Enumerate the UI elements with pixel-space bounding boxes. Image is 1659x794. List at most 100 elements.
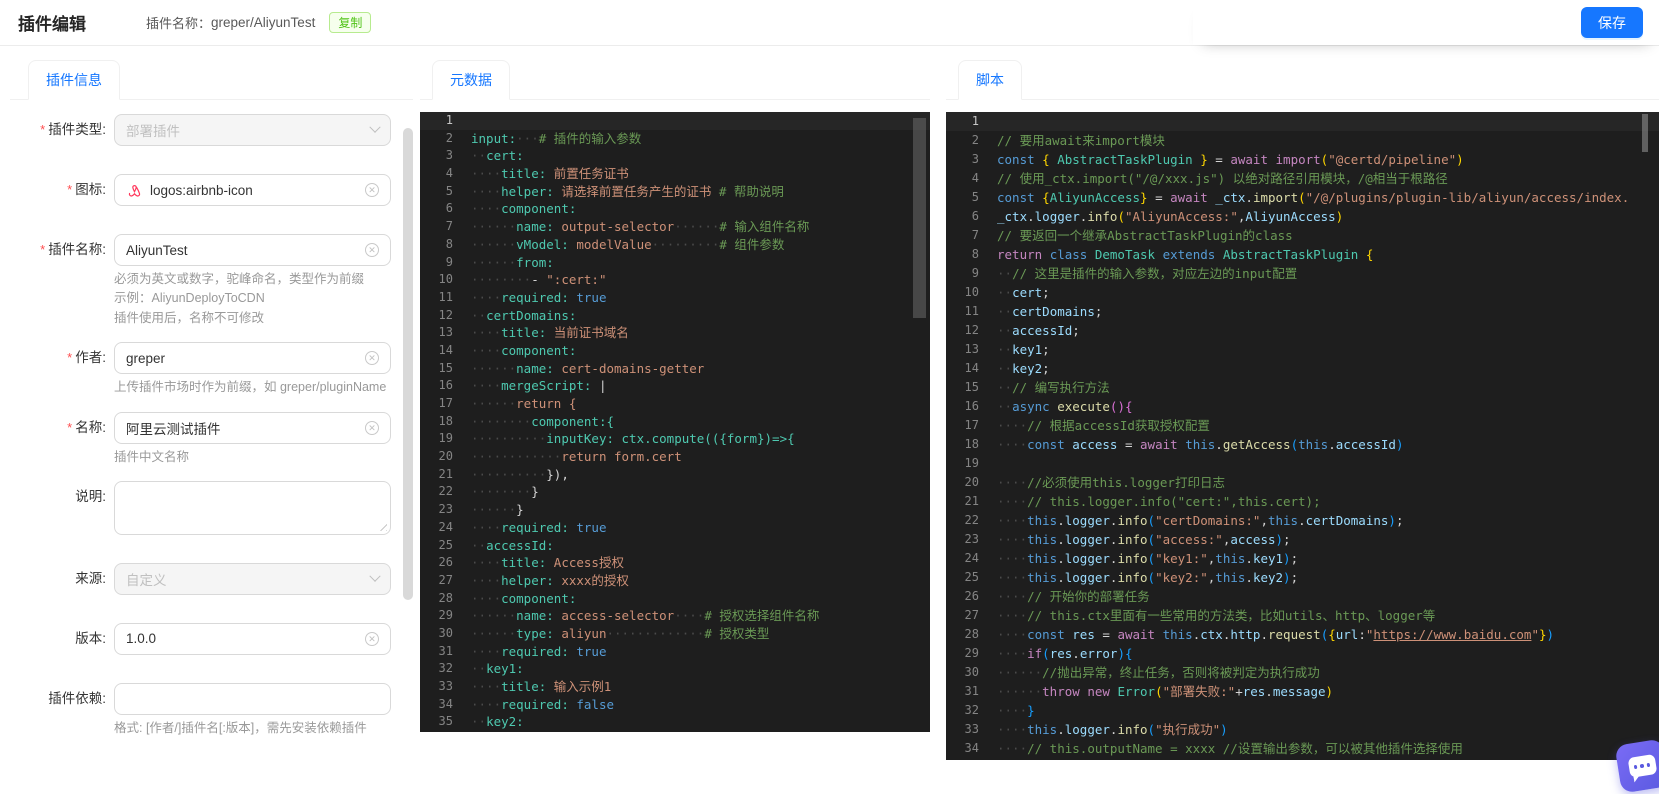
line-number: 16: [964, 399, 979, 413]
plugin-info-form: *插件类型: 部署插件 *图标: ✕ *插件名称: ✕ 必须为英文或数字，驼峰命名，类型作为…: [10, 100, 413, 738]
code-line: 33 ····this.logger.info("执行成功"): [946, 720, 1659, 739]
copy-badge[interactable]: 复制: [329, 12, 372, 33]
code-text: ····//必须使用this.logger打印日志: [997, 475, 1225, 490]
chat-bubble-icon: [1627, 754, 1657, 778]
line-number: 34: [964, 741, 979, 755]
code-line: 11 ····required: true: [420, 289, 930, 307]
input-8[interactable]: [114, 682, 391, 715]
code-text: ····// this.outputName = xxxx //设置输出参数，可…: [997, 741, 1463, 756]
code-line: 7 // 要返回一个继承AbstractTaskPlugin的class: [946, 226, 1659, 245]
tab-script[interactable]: 脚本: [958, 60, 1022, 100]
code-line: 22 ········}: [420, 483, 930, 501]
line-number: 18: [964, 437, 979, 451]
form-item-6: 来源: 自定义: [10, 562, 391, 595]
code-line: 24 ····this.logger.info("key1:",this.key1…: [946, 549, 1659, 568]
code-text: ··key2:: [471, 714, 524, 730]
code-text: ······//抛出异常，终止任务，否则将被判定为执行成功: [997, 665, 1320, 680]
code-line: 8 ······vModel: modelValue·········# 组件参数: [420, 236, 930, 254]
code-line: 2 // 要用await来import模块: [946, 131, 1659, 150]
form-label: * 图标:: [67, 182, 106, 197]
line-number: 3: [971, 152, 979, 166]
select-6[interactable]: 自定义: [114, 562, 391, 595]
metadata-editor[interactable]: 1 2 input:···# 插件的输入参数 3 ··cert: 4 ····title: …: [420, 112, 930, 732]
script-editor[interactable]: 1 2// 要用await来import模块 3 const { AbstractTa…: [946, 112, 1659, 760]
form-control: ✕ 上传插件市场时作为前缀，如 greper/pluginName: [114, 342, 391, 397]
input-1[interactable]: ✕: [114, 174, 391, 206]
code-text: ··cert:: [471, 148, 524, 164]
save-shelf: 保存: [1193, 0, 1659, 45]
select-value: 自定义: [126, 572, 167, 588]
line-number: 25: [438, 537, 453, 552]
input-3[interactable]: ✕: [114, 342, 391, 375]
line-number: 4: [971, 171, 979, 185]
code-line: 35 ··key2:: [420, 713, 930, 731]
input-7[interactable]: ✕: [114, 622, 391, 655]
code-line: 11 ··certDomains;: [946, 302, 1659, 321]
code-text: ··async execute(){: [997, 399, 1133, 414]
save-button[interactable]: 保存: [1581, 7, 1643, 38]
line-number: 35: [946, 758, 988, 760]
text-input[interactable]: [150, 182, 359, 198]
code-line: 6 _ctx.logger.info("AliyunAccess:",Aliyun…: [946, 207, 1659, 226]
code-line: 22 ····this.logger.info("certDomains:",th…: [946, 511, 1659, 530]
code-line: 35··}: [946, 758, 1659, 760]
code-text: ····this.logger.info("key2:",this.key2);: [997, 570, 1299, 585]
code-line: 17 ····// 根据accessId获取授权配置: [946, 416, 1659, 435]
text-input[interactable]: [126, 420, 359, 435]
clear-icon[interactable]: ✕: [365, 243, 379, 257]
line-number: 12: [964, 323, 979, 337]
tab-metadata[interactable]: 元数据: [432, 60, 510, 100]
code-line: 32 ····}: [946, 701, 1659, 720]
script-editor-scrollbar[interactable]: [1642, 114, 1648, 152]
code-line: 34 ····required: false: [420, 696, 930, 714]
code-text: ····helper: xxxx的授权: [471, 572, 629, 588]
line-number: 13: [964, 342, 979, 356]
line-number: 23: [964, 532, 979, 546]
script-panel: 脚本 1 2// 要用await来import模块 3 const { Abstrac…: [946, 60, 1659, 760]
chat-widget-button[interactable]: [1614, 738, 1659, 794]
text-input[interactable]: [126, 350, 359, 366]
tab-plugin-info[interactable]: 插件信息: [28, 60, 120, 100]
code-line: 3 const { AbstractTaskPlugin } = await im…: [946, 150, 1659, 169]
line-number: 21: [964, 494, 979, 508]
code-text: // 使用_ctx.import("/@/xxx.js") 以绝对路径引用模块，…: [997, 171, 1448, 186]
code-line: 25 ····this.logger.info("key2:",this.key2…: [946, 568, 1659, 587]
code-text: ··}: [988, 758, 1020, 760]
line-number: 23: [438, 502, 453, 517]
input-2[interactable]: ✕: [114, 234, 391, 266]
clear-icon[interactable]: ✕: [365, 183, 379, 197]
code-line: 2 input:···# 插件的输入参数: [420, 130, 930, 148]
help-text: 必须为英文或数字，驼峰命名，类型作为前缀 示例：AliyunDeployToCDN…: [114, 272, 365, 325]
code-text: ····title: 前置任务证书: [471, 166, 629, 182]
form-control: ✕: [114, 174, 391, 206]
code-line: 21 ··········}),: [420, 466, 930, 484]
form-scrollbar[interactable]: [403, 128, 413, 600]
input-4[interactable]: ✕: [114, 411, 391, 444]
text-input[interactable]: [126, 631, 359, 647]
clear-icon[interactable]: ✕: [365, 420, 379, 435]
metadata-editor-scrollbar[interactable]: [913, 118, 926, 318]
code-line: 32 ··key1:: [420, 660, 930, 678]
line-number: 27: [964, 608, 979, 622]
form-item-1: *图标: ✕: [10, 174, 391, 206]
code-text: ····helper: 请选择前置任务产生的证书 # 帮助说明: [471, 183, 784, 199]
line-number: 7: [445, 219, 453, 234]
resize-handle-icon[interactable]: [378, 521, 387, 531]
line-number: 19: [438, 431, 453, 446]
select-0[interactable]: 部署插件: [114, 114, 391, 146]
line-number: 15: [438, 360, 453, 375]
line-number: 32: [438, 661, 453, 676]
metadata-panel: 元数据 1 2 input:···# 插件的输入参数 3 ··cert: 4 ····tit…: [420, 60, 930, 732]
code-text: ··········}),: [471, 466, 569, 482]
textarea-5[interactable]: [114, 480, 391, 535]
clear-icon[interactable]: ✕: [365, 351, 379, 366]
text-input[interactable]: [126, 242, 359, 258]
code-line: 12 ··accessId;: [946, 321, 1659, 340]
code-text: ········- ":cert:": [471, 272, 607, 288]
plugin-info-panel: 插件信息 *插件类型: 部署插件 *图标: ✕ *插件名称: ✕ 必须为英文或数字，驼峰命名…: [10, 60, 413, 794]
code-text: ····required: true: [471, 643, 607, 659]
code-line: 14 ····component:: [420, 342, 930, 360]
text-input[interactable]: [126, 691, 379, 707]
chevron-down-icon: [369, 570, 381, 582]
clear-icon[interactable]: ✕: [365, 631, 379, 646]
